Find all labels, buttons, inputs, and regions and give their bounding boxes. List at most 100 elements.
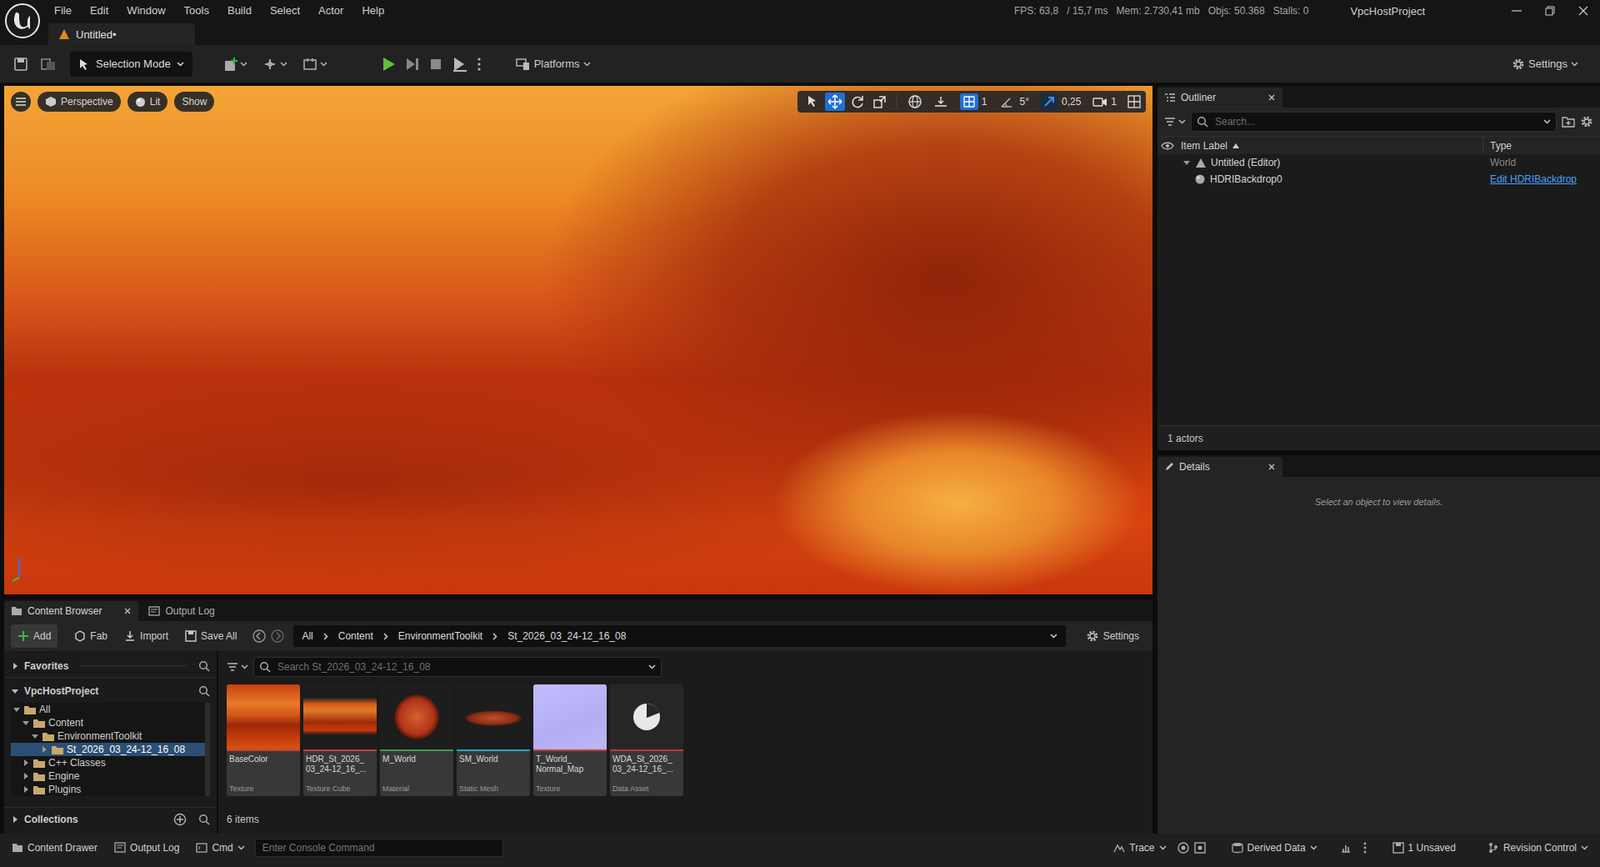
- step-icon[interactable]: [404, 55, 421, 73]
- save-all-button[interactable]: Save All: [178, 624, 244, 648]
- column-header[interactable]: Item Label: [1177, 136, 1484, 155]
- breadcrumb-item[interactable]: EnvironmentToolkit: [398, 630, 483, 642]
- project-header[interactable]: VpcHostProject: [4, 679, 217, 703]
- menu-item[interactable]: Select: [260, 0, 310, 22]
- expander-down-icon[interactable]: [1182, 158, 1191, 167]
- content-browse-icon[interactable]: [40, 56, 57, 72]
- folder-row[interactable]: C++ Classes: [10, 755, 205, 770]
- more-icon[interactable]: [1362, 840, 1368, 855]
- restore-icon[interactable]: [1533, 0, 1567, 22]
- snap-toggle[interactable]: [997, 93, 1016, 110]
- favorites-header[interactable]: Favorites: [4, 654, 217, 678]
- outliner-row[interactable]: HDRIBackdrop0Edit HDRIBackdrop: [1157, 170, 1600, 188]
- blueprint-button[interactable]: [262, 56, 288, 72]
- folder-row[interactable]: All: [10, 702, 205, 716]
- column-header[interactable]: Type: [1483, 136, 1600, 155]
- minimize-icon[interactable]: [1500, 0, 1534, 22]
- stop-icon[interactable]: [427, 55, 445, 73]
- screenshot-icon[interactable]: [1193, 840, 1207, 855]
- filter-icon[interactable]: [226, 661, 239, 672]
- world-globe-icon[interactable]: [907, 94, 923, 110]
- expander-down-icon[interactable]: [10, 686, 20, 695]
- viewport-scene[interactable]: [4, 85, 1153, 595]
- outliner-row[interactable]: Untitled (Editor)World: [1157, 154, 1600, 171]
- snap-toggle[interactable]: [1040, 93, 1059, 110]
- asset-tile[interactable]: M_WorldMaterial: [380, 684, 454, 796]
- transform-tool[interactable]: [825, 92, 845, 111]
- breadcrumb-item[interactable]: All: [301, 630, 313, 642]
- transform-tool[interactable]: [870, 92, 890, 111]
- expander-right-icon[interactable]: [21, 758, 30, 767]
- outliner-type-link[interactable]: Edit HDRIBackdrop: [1490, 173, 1577, 185]
- folder-row[interactable]: Content: [10, 715, 205, 730]
- expander-down-icon[interactable]: [12, 705, 21, 714]
- filter-icon[interactable]: [1164, 116, 1176, 127]
- nav-forward-icon[interactable]: [270, 628, 285, 644]
- asset-search-input[interactable]: [275, 660, 644, 674]
- asset-tile[interactable]: BaseColorTexture: [226, 684, 300, 796]
- revision-control-button[interactable]: Revision Control: [1480, 835, 1595, 860]
- asset-tile[interactable]: WDA_St_2026_03_24-12_16_...Data Asset: [610, 684, 684, 796]
- record-icon[interactable]: [1176, 840, 1190, 855]
- expander-right-icon[interactable]: [21, 785, 30, 794]
- expander-right-icon[interactable]: [10, 661, 20, 670]
- add-actor-button[interactable]: [222, 56, 248, 72]
- expander-down-icon[interactable]: [30, 731, 40, 740]
- folder-row[interactable]: St_2026_03_24-12_16_08: [10, 742, 205, 756]
- outliner-tab[interactable]: Outliner: [1157, 87, 1283, 108]
- level-tab[interactable]: Untitled•: [48, 23, 195, 45]
- import-button[interactable]: Import: [117, 624, 175, 648]
- snap-value[interactable]: 0,25: [1061, 95, 1081, 108]
- viewport-menu-button[interactable]: [10, 91, 31, 112]
- menu-item[interactable]: File: [45, 0, 81, 22]
- menu-item[interactable]: Window: [117, 0, 175, 22]
- menu-item[interactable]: Tools: [175, 0, 219, 22]
- kebab-icon[interactable]: [475, 55, 483, 73]
- add-folder-icon[interactable]: [1561, 115, 1575, 128]
- trace-button[interactable]: Trace: [1106, 835, 1173, 860]
- unsaved-button[interactable]: 1 Unsaved: [1385, 835, 1463, 860]
- transform-tool[interactable]: [847, 92, 868, 111]
- asset-search[interactable]: [253, 656, 662, 677]
- menu-item[interactable]: Help: [352, 0, 394, 22]
- camera-speed[interactable]: 1: [1092, 95, 1117, 108]
- menu-item[interactable]: Build: [218, 0, 261, 22]
- platforms-dropdown[interactable]: Platforms: [510, 51, 596, 77]
- expander-down-icon[interactable]: [21, 718, 30, 727]
- folder-row[interactable]: Engine: [10, 769, 205, 783]
- asset-filter-button[interactable]: [226, 661, 249, 672]
- outliner-search[interactable]: [1190, 111, 1557, 132]
- outliner-filter[interactable]: [1164, 116, 1186, 127]
- content-browser-tab[interactable]: Content Browser: [4, 600, 139, 621]
- view-button[interactable]: Perspective: [37, 91, 121, 112]
- output-log-button[interactable]: Output Log: [107, 835, 186, 860]
- breadcrumb-item[interactable]: St_2026_03_24-12_16_08: [507, 630, 626, 642]
- snap-value[interactable]: 5°: [1019, 95, 1029, 108]
- viewport-layout-icon[interactable]: [1127, 95, 1141, 109]
- settings-button[interactable]: Settings: [1506, 51, 1584, 77]
- save-icon[interactable]: [13, 56, 29, 72]
- folder-row[interactable]: EnvironmentToolkit: [10, 729, 205, 743]
- transform-tool[interactable]: [802, 92, 823, 111]
- content-browser-tab[interactable]: Output Log: [141, 600, 221, 621]
- snap-toggle[interactable]: [960, 93, 979, 110]
- close-window-icon[interactable]: [1566, 0, 1600, 22]
- nav-back-icon[interactable]: [251, 628, 267, 644]
- view-button[interactable]: Show: [174, 91, 215, 112]
- close-icon[interactable]: [1267, 462, 1276, 471]
- cinematics-button[interactable]: [302, 56, 328, 72]
- simulate-icon[interactable]: [450, 55, 470, 74]
- expander-right-icon[interactable]: [10, 815, 20, 824]
- play-icon[interactable]: [379, 55, 398, 74]
- surface-snap-icon[interactable]: [933, 94, 949, 110]
- add-collection-icon[interactable]: [173, 812, 187, 826]
- close-icon[interactable]: [1267, 93, 1276, 102]
- content-drawer-button[interactable]: Content Drawer: [5, 835, 105, 860]
- folder-row[interactable]: Plugins: [10, 782, 205, 796]
- breadcrumb-item[interactable]: Content: [338, 630, 374, 642]
- expander-right-icon[interactable]: [21, 771, 30, 780]
- asset-tile[interactable]: HDR_St_2026_03_24-12_16_...Texture Cube: [303, 684, 377, 796]
- mode-dropdown[interactable]: Selection Mode: [70, 51, 193, 77]
- menu-item[interactable]: Edit: [80, 0, 118, 22]
- add-button[interactable]: Add: [10, 624, 58, 648]
